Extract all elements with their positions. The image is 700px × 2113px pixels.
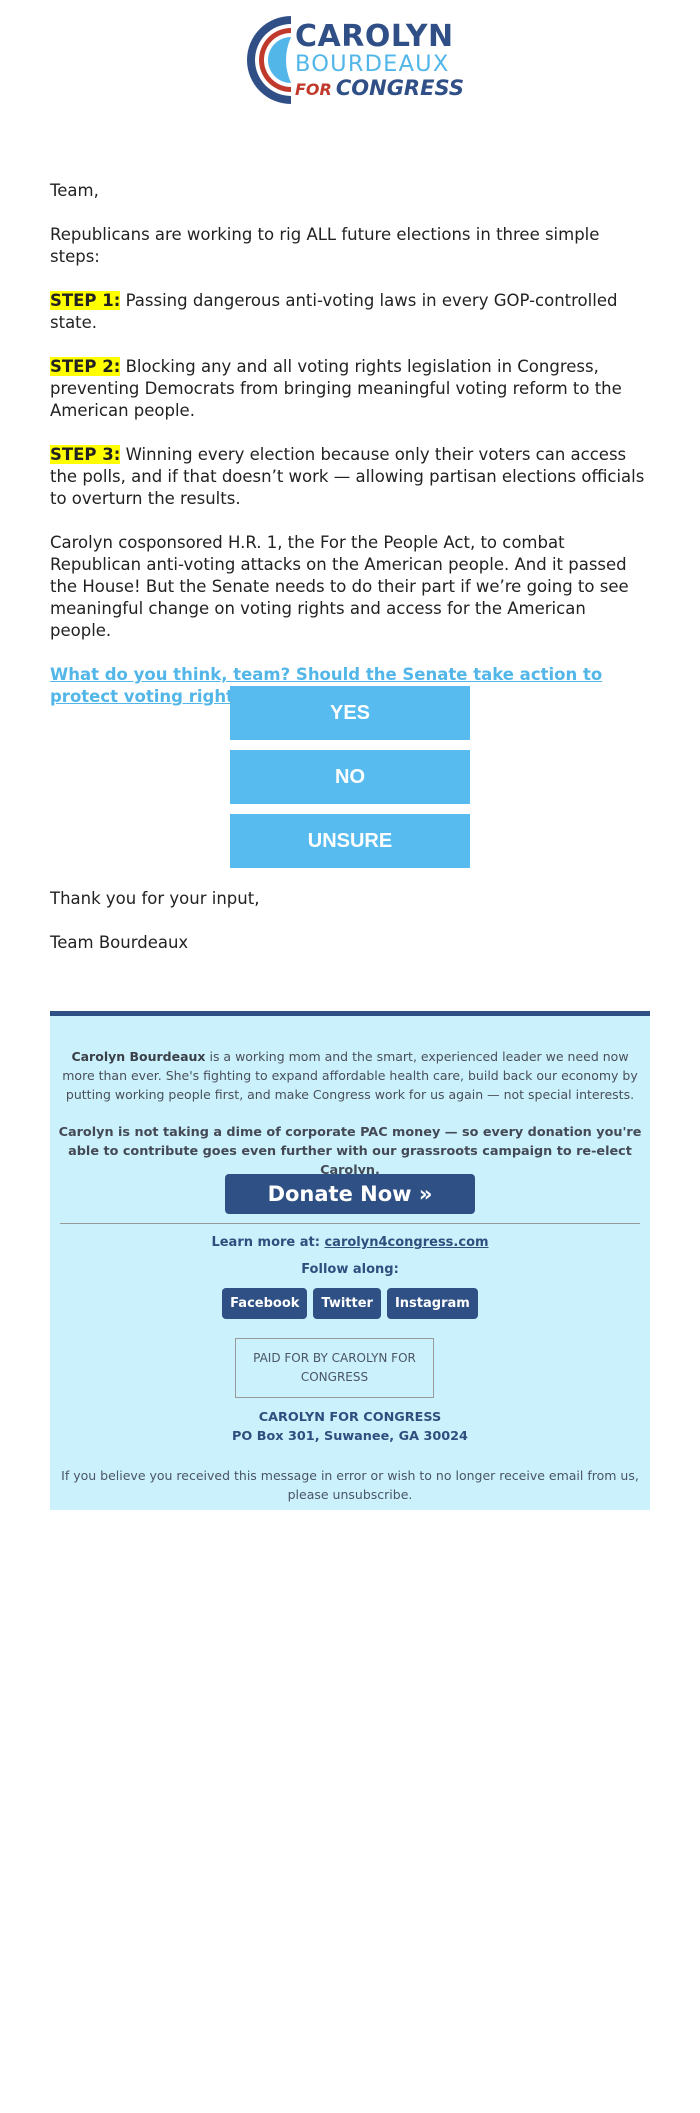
paid-for-disclaimer: PAID FOR BY CAROLYN FOR CONGRESS: [235, 1338, 434, 1398]
committee-address: PO Box 301, Suwanee, GA 30024: [232, 1429, 468, 1444]
step-label: STEP 1:: [50, 291, 121, 310]
unsubscribe-link[interactable]: please unsubscribe.: [288, 1487, 413, 1502]
unsubscribe-notice: If you believe you received this message…: [60, 1466, 640, 1504]
candidate-bio: Carolyn Bourdeaux is a working mom and t…: [60, 1047, 640, 1104]
facebook-button[interactable]: Facebook: [222, 1288, 308, 1319]
social-links: Facebook Twitter Instagram: [50, 1288, 650, 1319]
unsure-button[interactable]: UNSURE: [230, 814, 470, 868]
instagram-button[interactable]: Instagram: [386, 1288, 478, 1319]
hr1-paragraph: Carolyn cosponsored H.R. 1, the For the …: [50, 533, 629, 640]
survey-buttons: YES NO UNSURE: [230, 686, 470, 878]
committee-name: CAROLYN FOR CONGRESS: [258, 1410, 442, 1425]
step-text: Blocking any and all voting rights legis…: [50, 357, 622, 420]
bio-name: Carolyn Bourdeaux: [71, 1049, 206, 1064]
logo-for: FOR: [295, 79, 332, 99]
signature: Team Bourdeaux: [50, 933, 189, 952]
logo-congress: CONGRESS: [335, 75, 464, 100]
step-label: STEP 3:: [50, 445, 121, 464]
step-1: STEP 1: Passing dangerous anti-voting la…: [50, 290, 650, 334]
donate-button[interactable]: Donate Now »: [225, 1174, 475, 1214]
follow-along-label: Follow along:: [301, 1262, 399, 1277]
yes-button[interactable]: YES: [230, 686, 470, 740]
campaign-logo: CAROLYN BOURDEAUX FOR CONGRESS: [237, 12, 464, 108]
sign-off: Thank you for your input, Team Bourdeaux: [50, 888, 259, 976]
email-body: Team, Republicans are working to rig ALL…: [50, 180, 650, 730]
step-2: STEP 2: Blocking any and all voting righ…: [50, 356, 650, 422]
step-label: STEP 2:: [50, 357, 121, 376]
learn-more: Learn more at: carolyn4congress.com: [50, 1235, 650, 1250]
logo-name-first: CAROLYN: [295, 19, 454, 54]
step-text: Passing dangerous anti-voting laws in ev…: [50, 291, 618, 332]
pac-statement: Carolyn is not taking a dime of corporat…: [58, 1125, 642, 1178]
step-3: STEP 3: Winning every election because o…: [50, 444, 650, 510]
logo-tagline: FOR CONGRESS: [295, 75, 464, 100]
twitter-button[interactable]: Twitter: [313, 1288, 381, 1319]
intro-text: Republicans are working to rig ALL futur…: [50, 225, 600, 266]
logo-arc-icon: [247, 16, 291, 104]
committee-info: CAROLYN FOR CONGRESS PO Box 301, Suwanee…: [50, 1408, 650, 1446]
website-link[interactable]: carolyn4congress.com: [324, 1235, 488, 1250]
thanks-text: Thank you for your input,: [50, 889, 260, 908]
step-text: Winning every election because only thei…: [50, 445, 645, 508]
disclaimer-text: If you believe you received this message…: [61, 1468, 639, 1483]
learn-more-label: Learn more at:: [211, 1235, 325, 1250]
greeting: Team,: [50, 181, 99, 200]
no-button[interactable]: NO: [230, 750, 470, 804]
logo-name-last: BOURDEAUX: [295, 51, 450, 77]
logo-wordmark: CAROLYN BOURDEAUX FOR CONGRESS: [295, 22, 464, 99]
email-footer: Carolyn Bourdeaux is a working mom and t…: [50, 1011, 650, 1510]
footer-divider: [60, 1223, 640, 1224]
